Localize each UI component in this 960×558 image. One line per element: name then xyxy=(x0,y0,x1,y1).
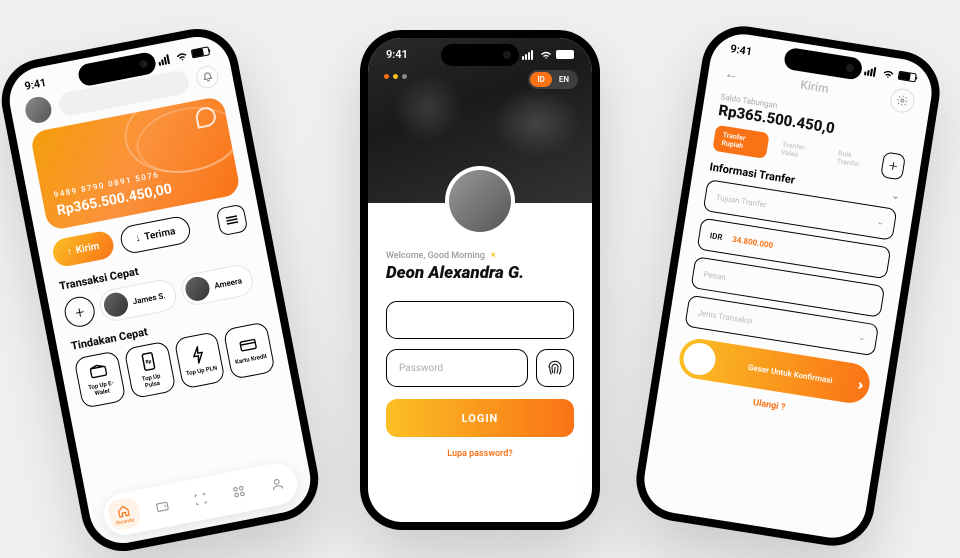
home-icon xyxy=(115,502,131,518)
arrow-up-icon: ↑ xyxy=(66,246,73,258)
signal-icon xyxy=(522,50,536,60)
password-placeholder: Password xyxy=(399,363,443,374)
language-toggle[interactable]: ID EN xyxy=(528,70,578,89)
battery-icon xyxy=(898,71,917,83)
login-button[interactable]: LOGIN xyxy=(386,399,574,437)
bolt-icon xyxy=(190,345,207,365)
wifi-icon xyxy=(882,68,895,80)
battery-icon xyxy=(556,50,574,59)
card-brand-icon xyxy=(194,105,217,128)
tile-credit-card[interactable]: Kartu Kredit xyxy=(223,321,276,380)
currency-label: IDR xyxy=(709,231,723,242)
nav-scan[interactable] xyxy=(183,482,218,517)
phone-login: 9:41 ID EN Welcome, Good Morning ☀ Deon … xyxy=(360,30,600,530)
fingerprint-button[interactable] xyxy=(536,349,574,387)
chevron-down-icon: ⌄ xyxy=(876,217,885,228)
destination-placeholder: Tujuan Tranfer xyxy=(715,192,767,209)
bell-icon xyxy=(201,71,214,84)
status-time: 9:41 xyxy=(729,42,753,58)
wifi-icon xyxy=(175,50,189,62)
menu-lines-icon xyxy=(225,214,239,226)
chevron-down-icon[interactable]: ⌄ xyxy=(891,191,900,202)
bottom-nav: Beranda xyxy=(100,460,300,539)
username-field[interactable] xyxy=(386,301,574,339)
sun-icon: ☀ xyxy=(487,251,497,261)
forgot-password-link[interactable]: Lupa password? xyxy=(386,449,574,459)
password-field[interactable]: Password xyxy=(386,349,528,387)
send-label: Kirim xyxy=(75,240,100,255)
lang-id[interactable]: ID xyxy=(530,72,552,87)
window-dots xyxy=(384,74,407,79)
grid-icon xyxy=(231,483,247,499)
wallet-nav-icon xyxy=(154,498,170,514)
nav-profile[interactable] xyxy=(260,467,295,502)
phone-rp-icon: Rp xyxy=(140,351,155,371)
page-title: Kirim xyxy=(799,78,829,96)
message-placeholder: Pesan xyxy=(703,269,726,281)
contact-name: Ameera xyxy=(214,276,243,290)
receive-button[interactable]: ↓ Terima xyxy=(118,214,192,255)
nav-home[interactable]: Beranda xyxy=(106,496,141,531)
receive-label: Terima xyxy=(143,226,176,243)
send-button[interactable]: ↑ Kirim xyxy=(51,229,116,268)
login-label: LOGIN xyxy=(462,412,499,425)
chevron-down-icon: ⌄ xyxy=(857,333,866,344)
user-icon xyxy=(269,476,285,492)
fingerprint-icon xyxy=(546,359,564,377)
signal-icon xyxy=(864,65,879,77)
card-icon xyxy=(238,337,258,354)
contact-name: James S. xyxy=(132,291,166,306)
nav-apps[interactable] xyxy=(221,474,256,509)
add-transfer-button[interactable]: + xyxy=(880,151,906,180)
greeting-text: Welcome, Good Morning ☀ xyxy=(386,251,574,261)
type-placeholder: Jenis Transaksi xyxy=(697,308,753,326)
settings-button[interactable] xyxy=(889,87,916,114)
notifications-button[interactable] xyxy=(194,64,220,90)
phone-home: 9:41 9489 8790 0891 5076 Rp365.500.450,0… xyxy=(0,22,325,558)
battery-icon xyxy=(191,46,210,58)
notch xyxy=(441,44,519,66)
nav-wallet[interactable] xyxy=(145,489,180,524)
status-time: 9:41 xyxy=(23,76,47,93)
svg-text:Rp: Rp xyxy=(145,358,152,365)
tile-label: Top Up E-Walet xyxy=(84,379,120,399)
status-time: 9:41 xyxy=(386,48,408,61)
tile-ewallet[interactable]: Top Up E-Walet xyxy=(74,350,127,409)
wifi-icon xyxy=(540,50,552,60)
tile-label: Kartu Kredit xyxy=(235,353,268,366)
wallet-icon xyxy=(88,362,108,379)
more-actions-button[interactable] xyxy=(216,204,249,237)
phone-transfer: 9:41 ← Kirim Saldo Tabungan Rp365.500.45… xyxy=(630,20,945,551)
profile-avatar[interactable] xyxy=(445,166,515,236)
slider-knob[interactable] xyxy=(681,341,718,378)
slider-label: Geser Untuk Konfirmasi xyxy=(715,357,867,390)
contact-avatar xyxy=(184,275,212,303)
scan-icon xyxy=(192,491,208,507)
gear-icon xyxy=(896,94,910,108)
tile-pln[interactable]: Top Up PLN xyxy=(173,331,226,390)
amount-value: 34.800.000 xyxy=(732,234,774,249)
user-avatar[interactable] xyxy=(23,95,53,125)
tile-pulsa[interactable]: Rp Top Up Pulsa xyxy=(123,341,176,400)
lang-en[interactable]: EN xyxy=(552,72,576,87)
signal-icon xyxy=(157,53,173,65)
tile-label: Top Up PLN xyxy=(185,365,217,378)
add-contact-button[interactable]: + xyxy=(62,294,97,329)
username-display: Deon Alexandra G. xyxy=(386,263,574,283)
contact-avatar xyxy=(102,291,130,319)
back-button[interactable]: ← xyxy=(723,64,739,83)
arrow-down-icon: ↓ xyxy=(135,232,142,244)
tile-label: Top Up Pulsa xyxy=(134,371,170,391)
